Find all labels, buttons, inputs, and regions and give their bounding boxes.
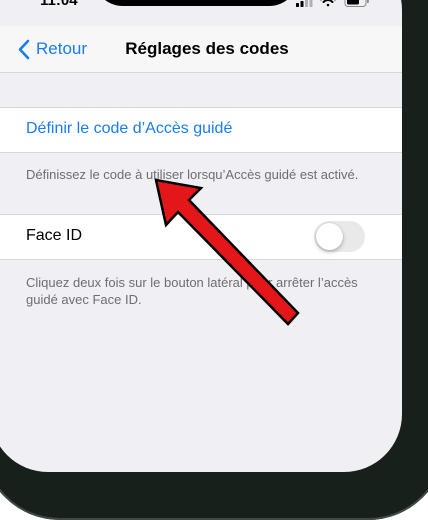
faceid-toggle[interactable] [314, 221, 365, 252]
set-passcode-label: Définir le code d’Accès guidé [26, 120, 233, 137]
phone-frame: 11:04 Retour Réglages des codes Définir … [0, 0, 428, 520]
status-time: 11:04 [40, 0, 78, 9]
page-title: Réglages des codes [125, 39, 289, 58]
screen: 11:04 Retour Réglages des codes Définir … [0, 0, 402, 472]
navigation-bar: Retour Réglages des codes [0, 26, 402, 73]
status-icons [296, 0, 376, 8]
toggle-knob [316, 223, 343, 250]
notch [93, 0, 299, 6]
signal-icon [296, 0, 313, 7]
faceid-label: Face ID [26, 227, 83, 244]
passcode-footer: Définissez le code à utiliser lorsqu’Acc… [26, 167, 359, 182]
faceid-row: Face ID [0, 214, 402, 260]
wifi-icon [320, 0, 336, 7]
faceid-footer: Cliquez deux fois sur le bouton latéral … [26, 275, 358, 307]
set-passcode-row[interactable]: Définir le code d’Accès guidé [0, 107, 402, 153]
battery-icon [344, 0, 369, 7]
